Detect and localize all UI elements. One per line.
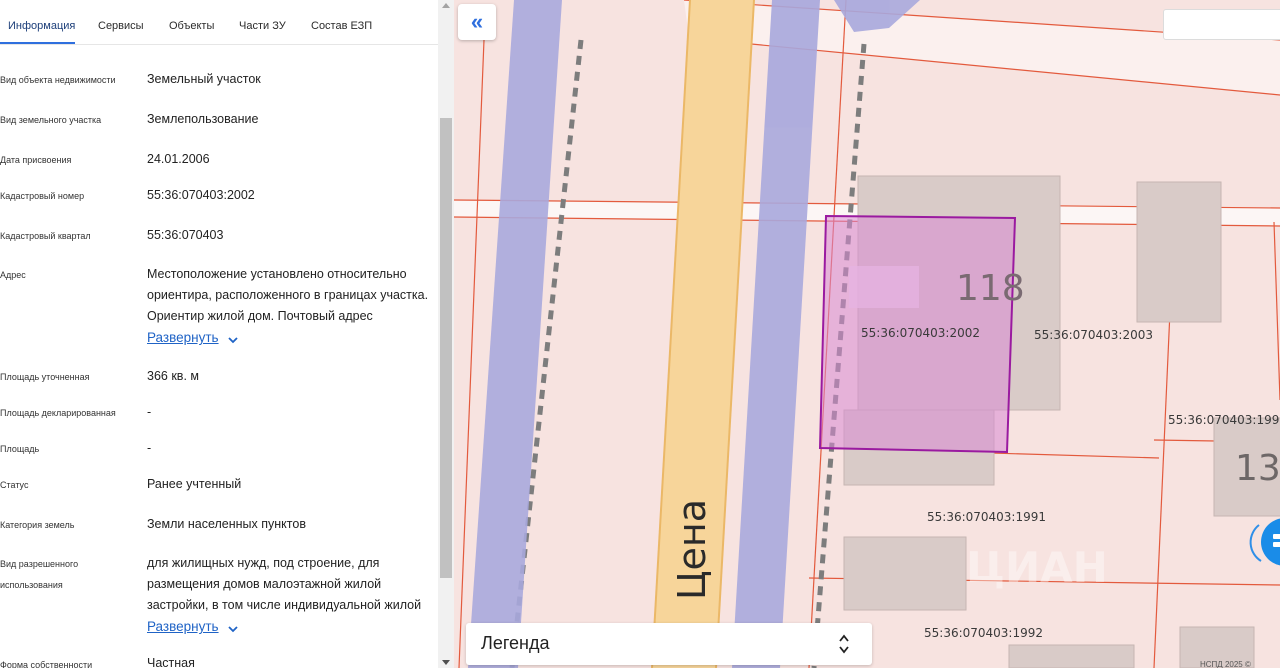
expand-collapse-icon (839, 634, 849, 654)
cadastral-block-label: Кадастровый квартал (0, 231, 91, 241)
watermark: ЦИАН (966, 543, 1108, 592)
land-category-value: Земли населенных пунктов (147, 517, 306, 531)
scrollbar-thumb[interactable] (440, 118, 452, 578)
chevron-down-icon[interactable] (227, 623, 239, 635)
cadastral-number-value: 55:36:070403:2002 (147, 188, 255, 202)
cadastral-block-value: 55:36:070403 (147, 228, 224, 242)
map-search-box[interactable] (1163, 9, 1280, 40)
address-line: Местоположение установлено относительно (147, 267, 407, 281)
permitted-use-expand-link[interactable]: Развернуть (147, 619, 219, 634)
address-line: ориентира, расположенного в границах уча… (147, 288, 429, 302)
collapse-panel-button[interactable]: « (458, 4, 496, 40)
area-specified-value: 366 кв. м (147, 369, 199, 383)
status-label: Статус (0, 480, 29, 490)
object-type-value: Земельный участок (147, 72, 261, 86)
info-panel: Информация Сервисы Объекты Части ЗУ Сост… (0, 0, 438, 668)
address-value: Местоположение установлено относительно … (147, 264, 432, 327)
double-chevron-left-icon: « (470, 9, 484, 34)
scroll-up-arrow-icon[interactable] (442, 3, 450, 8)
permitted-use-label: использования (0, 580, 63, 590)
chat-icon (1273, 534, 1280, 539)
tab-information[interactable]: Информация (8, 20, 75, 32)
address-expand-link[interactable]: Развернуть (147, 330, 219, 345)
parcel-label-1992: 55:36:070403:1992 (924, 626, 1043, 640)
selected-parcel-building (849, 266, 919, 308)
tab-ezp-composition[interactable]: Состав ЕЗП (311, 20, 372, 32)
parcel-label-1991: 55:36:070403:1991 (927, 510, 1046, 524)
map-copyright: НСПД 2025 © (1200, 660, 1251, 668)
parcel-type-value: Землепользование (147, 112, 259, 126)
area-specified-label: Площадь уточненная (0, 372, 90, 382)
map-canvas[interactable]: 118 13 Цена 55:36:070403:2002 55:36:0704… (454, 0, 1280, 668)
status-value: Ранее учтенный (147, 477, 242, 491)
house-number-118: 118 (956, 268, 1025, 309)
address-label: Адрес (0, 270, 26, 280)
parcel-type-label: Вид земельного участка (0, 115, 102, 125)
cadastral-map[interactable]: 118 13 Цена 55:36:070403:2002 55:36:0704… (454, 0, 1280, 668)
ownership-label: Форма собственности (0, 660, 93, 668)
house-number-13: 13 (1235, 448, 1280, 489)
area-label: Площадь (0, 444, 40, 454)
object-type-label: Вид объекта недвижимости (0, 75, 116, 85)
permitted-use-line: для жилищных нужд, под строение, для (147, 556, 380, 570)
area-declared-value: - (147, 405, 152, 419)
parcel-label-2003: 55:36:070403:2003 (1034, 328, 1153, 342)
permitted-use-label: Вид разрешенного (0, 559, 79, 569)
legend-title: Легенда (481, 633, 550, 653)
assignment-date-value: 24.01.2006 (147, 152, 210, 166)
tab-bar: Информация Сервисы Объекты Части ЗУ Сост… (0, 0, 438, 45)
active-tab-indicator (0, 42, 75, 44)
parcel-label-2002: 55:36:070403:2002 (861, 326, 980, 340)
parcel-label-1990: 55:36:070403:1990 (1168, 413, 1280, 427)
chevron-down-icon[interactable] (227, 334, 239, 346)
scroll-down-arrow-icon[interactable] (442, 660, 450, 665)
permitted-use-line: застройки, в том числе индивидуальной жи… (147, 598, 422, 612)
area-value: - (147, 441, 152, 455)
permitted-use-value: для жилищных нужд, под строение, для раз… (147, 553, 432, 616)
legend-toggle[interactable]: Легенда (466, 623, 872, 665)
area-declared-label: Площадь декларированная (0, 408, 116, 418)
cadastral-number-label: Кадастровый номер (0, 191, 85, 201)
street-label: Цена (670, 499, 714, 600)
land-category-label: Категория земель (0, 520, 75, 530)
assignment-date-label: Дата присвоения (0, 155, 72, 165)
address-line: Ориентир жилой дом. Почтовый адрес (147, 309, 373, 323)
chat-button[interactable] (1247, 505, 1280, 571)
tab-parcel-parts[interactable]: Части ЗУ (239, 20, 286, 32)
permitted-use-line: размещения домов малоэтажной жилой (147, 577, 382, 591)
tab-services[interactable]: Сервисы (98, 20, 144, 32)
ownership-value: Частная (147, 656, 195, 668)
tab-objects[interactable]: Объекты (169, 20, 214, 32)
